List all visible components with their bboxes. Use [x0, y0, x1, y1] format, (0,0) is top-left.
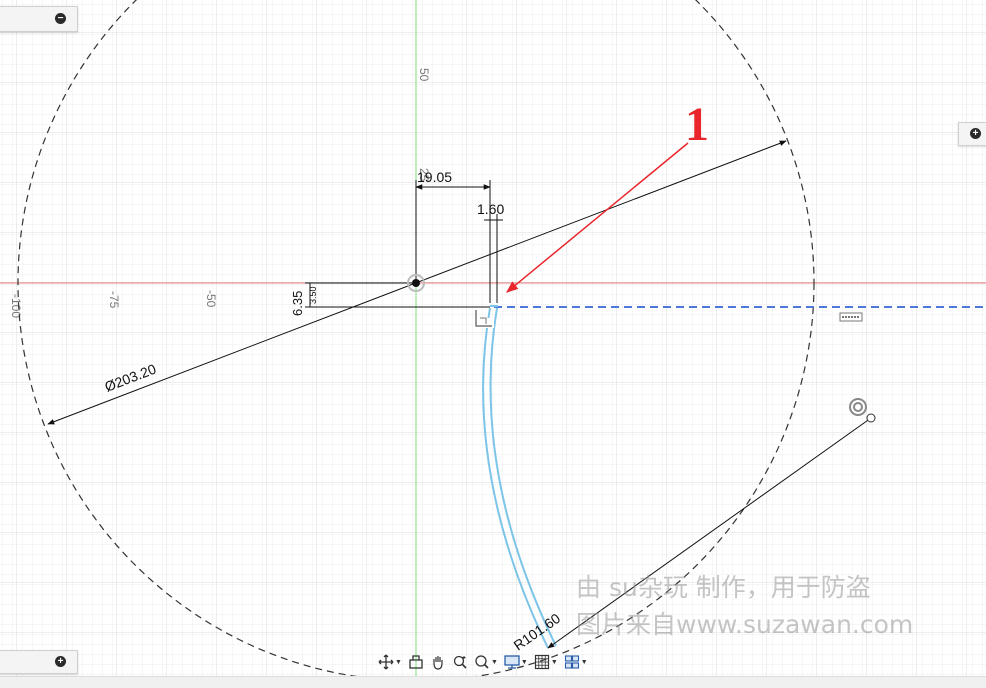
thickness-dimension-text[interactable]: 1.60: [477, 201, 504, 217]
offset-dimension-text[interactable]: 6.35: [290, 291, 305, 316]
status-strip: [0, 676, 986, 688]
viewports-icon[interactable]: [562, 652, 582, 672]
orbit-dropdown-icon[interactable]: ▼: [395, 659, 402, 666]
comments-panel-collapsed[interactable]: +: [0, 650, 78, 674]
width-dimension-text[interactable]: 19.05: [417, 169, 452, 185]
grid-dropdown-icon[interactable]: ▼: [551, 659, 558, 666]
axis-label-x-neg50: -50: [204, 290, 218, 308]
grid-settings-icon[interactable]: [532, 652, 552, 672]
display-settings-icon[interactable]: [502, 652, 522, 672]
viewports-dropdown-icon[interactable]: ▼: [581, 659, 588, 666]
axis-label-x-neg100: -100: [9, 294, 23, 318]
expand-comments-button[interactable]: +: [55, 656, 66, 667]
axis-label-x-neg75: -75: [107, 291, 121, 309]
orbit-icon[interactable]: [376, 652, 396, 672]
pan-icon[interactable]: [428, 652, 448, 672]
origin-point[interactable]: [412, 279, 420, 287]
watermark-line-2: 图片来自www.suzawan.com: [576, 610, 914, 639]
radius-center-point[interactable]: [866, 413, 876, 423]
right-panel-collapsed[interactable]: +: [958, 122, 986, 146]
horizontal-constraint-icon[interactable]: [839, 312, 863, 322]
collapse-button[interactable]: −: [55, 13, 66, 24]
small-gap-dimension-text[interactable]: 3.50: [308, 286, 318, 304]
fit-icon[interactable]: [472, 652, 492, 672]
axis-label-y-50: 50: [417, 68, 431, 82]
browser-panel-collapsed[interactable]: −: [0, 6, 78, 32]
zoom-icon[interactable]: [450, 652, 470, 672]
callout-label: 1: [685, 98, 709, 151]
expand-button[interactable]: +: [970, 128, 981, 139]
navigation-toolbar: ▼ ▼ ▼ ▼ ▼: [372, 650, 620, 674]
fit-dropdown-icon[interactable]: ▼: [491, 659, 498, 666]
display-dropdown-icon[interactable]: ▼: [521, 659, 528, 666]
look-at-icon[interactable]: [406, 652, 426, 672]
watermark-line-1: 由 su杂玩 制作，用于防盗: [576, 573, 871, 602]
